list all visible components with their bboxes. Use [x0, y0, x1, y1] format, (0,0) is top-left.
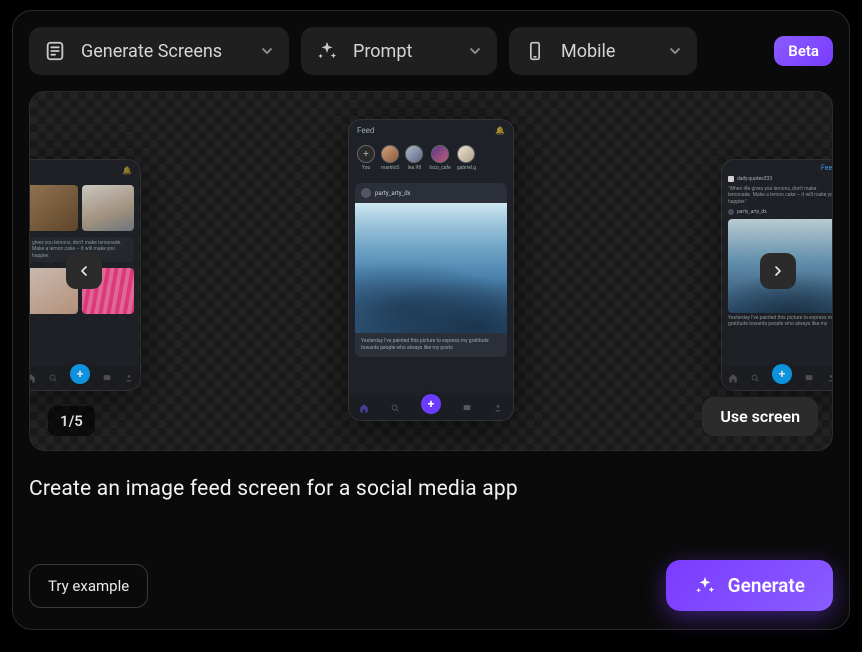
prev-screen-button[interactable] — [66, 253, 102, 289]
profile-icon — [493, 403, 503, 413]
feed-post: party_arty_dx Yesterday I've painted thi… — [355, 183, 507, 357]
prompt-dropdown[interactable]: Prompt — [301, 27, 497, 75]
add-post-fab: + — [421, 394, 441, 414]
generate-screens-label: Generate Screens — [81, 41, 245, 62]
feed-title: Feed — [357, 126, 374, 135]
post-caption: Yesterday I've painted this picture to e… — [355, 333, 507, 357]
story-avatar — [381, 145, 399, 163]
chat-icon — [804, 373, 814, 383]
device-dropdown[interactable]: Mobile — [509, 27, 697, 75]
screens-icon — [43, 39, 67, 63]
chevron-right-icon — [770, 263, 786, 279]
search-icon — [390, 403, 400, 413]
post-caption: Yesterday I've painted this picture to e… — [722, 313, 833, 332]
feed-title: Feed — [821, 164, 833, 172]
bottom-nav: + — [349, 396, 513, 420]
chevron-down-icon — [667, 43, 683, 59]
prompt-text: Create an image feed screen for a social… — [29, 477, 833, 501]
topbar: Generate Screens Prompt Mobile Beta — [29, 27, 833, 75]
search-icon — [750, 373, 760, 383]
preview-phone-center: Feed 🔔 +You markloS lea.98 loco_cafe gab… — [349, 120, 513, 420]
sparkles-icon — [315, 39, 339, 63]
post-avatar — [728, 209, 734, 215]
chevron-left-icon — [76, 263, 92, 279]
profile-icon — [124, 373, 134, 383]
preview-canvas: 🔔 gives you lemons, don't make lemonade.… — [29, 91, 833, 451]
story-avatar — [405, 145, 423, 163]
beta-badge: Beta — [774, 36, 833, 66]
chevron-down-icon — [259, 43, 275, 59]
generate-button-label: Generate — [728, 574, 805, 597]
home-icon — [29, 373, 36, 383]
bell-icon: 🔔 — [122, 166, 132, 175]
quote-avatar — [728, 176, 734, 182]
post-username: party_arty_dx — [737, 209, 767, 215]
grid-image — [82, 185, 134, 231]
add-post-fab: + — [70, 364, 90, 384]
home-icon — [359, 403, 369, 413]
chat-icon — [102, 373, 112, 383]
search-icon — [48, 373, 58, 383]
post-avatar — [361, 188, 371, 198]
grid-image — [29, 185, 78, 231]
bell-icon: 🔔 — [495, 126, 505, 135]
chat-icon — [462, 403, 472, 413]
mobile-icon — [523, 39, 547, 63]
add-post-fab: + — [772, 364, 792, 384]
post-image — [355, 203, 507, 333]
actions-row: Try example Generate — [29, 560, 833, 611]
quote-text: "When life gives you lemons, don't make … — [722, 184, 833, 209]
bottom-nav: + — [29, 366, 140, 390]
story-avatar — [457, 145, 475, 163]
chevron-down-icon — [467, 43, 483, 59]
stories-row: +You markloS lea.98 loco_cafe gabriel.g — [349, 141, 513, 179]
device-label: Mobile — [561, 41, 653, 62]
quote-username: daily.quotes333 — [737, 176, 772, 182]
generate-screens-dropdown[interactable]: Generate Screens — [29, 27, 289, 75]
sparkles-icon — [694, 575, 716, 597]
next-screen-button[interactable] — [760, 253, 796, 289]
prompt-label: Prompt — [353, 41, 453, 62]
main-panel: Generate Screens Prompt Mobile Beta — [12, 10, 850, 630]
screen-counter: 1/5 — [48, 406, 95, 436]
generate-button[interactable]: Generate — [666, 560, 833, 611]
story-avatar — [431, 145, 449, 163]
post-username: party_arty_dx — [375, 190, 411, 197]
home-icon — [728, 373, 738, 383]
try-example-button[interactable]: Try example — [29, 564, 148, 608]
add-story-icon: + — [357, 145, 375, 163]
profile-icon — [826, 373, 833, 383]
use-screen-button[interactable]: Use screen — [702, 397, 818, 436]
bottom-nav: + — [722, 366, 833, 390]
